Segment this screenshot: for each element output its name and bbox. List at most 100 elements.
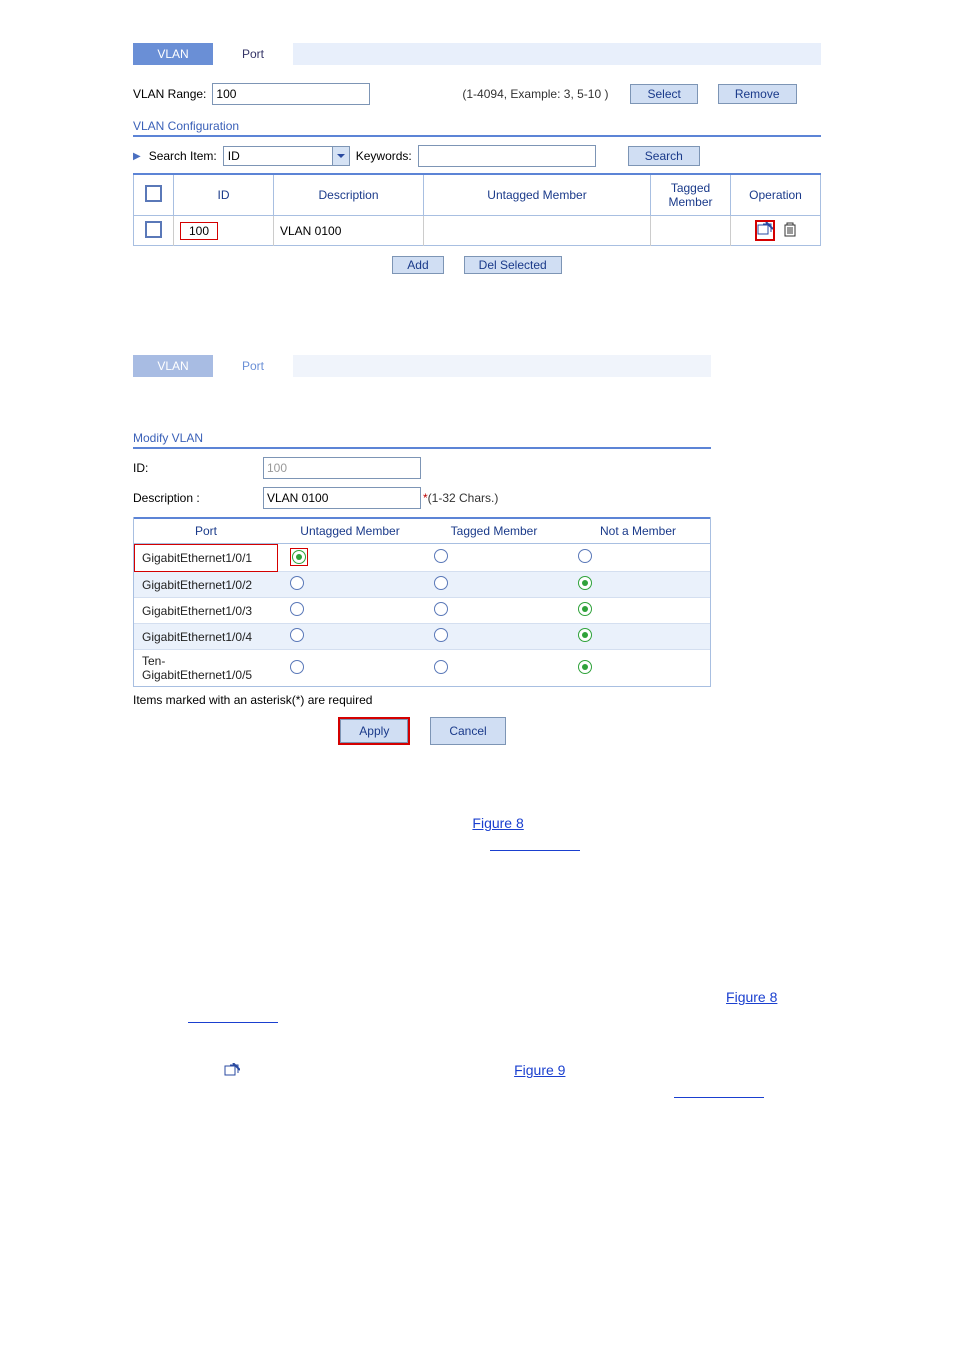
row-tagged (651, 216, 731, 246)
radio-empty-icon[interactable] (434, 576, 448, 590)
radio-empty-icon[interactable] (290, 602, 304, 616)
ports-table: Port Untagged Member Tagged Member Not a… (134, 517, 710, 686)
procedure-list: Create VLAN 100. Create VLAN 200. Assign… (150, 894, 824, 1104)
vlan-range-input[interactable] (212, 83, 370, 105)
table-row: GigabitEthernet1/0/2 (134, 572, 710, 598)
del-selected-button[interactable]: Del Selected (464, 256, 562, 274)
radio-empty-icon[interactable] (290, 660, 304, 674)
row-description: VLAN 0100 (274, 216, 424, 246)
col-checkbox (134, 174, 174, 216)
id-row: ID: (133, 457, 711, 479)
search-item-select[interactable]: ID (223, 146, 350, 166)
col-port: Port (134, 518, 278, 544)
radio-selected-icon[interactable] (292, 550, 306, 564)
radio-cell-um (278, 624, 422, 650)
col-description[interactable]: Description (274, 174, 424, 216)
row-untagged (424, 216, 651, 246)
row-checkbox[interactable] (145, 221, 162, 238)
description-hint: (1-32 Chars.) (428, 491, 499, 505)
id-input (263, 457, 421, 479)
description-input[interactable] (263, 487, 421, 509)
id-label: ID: (133, 461, 263, 475)
radio-empty-icon[interactable] (578, 549, 592, 563)
vlan-table: ID Description Untagged Member Tagged Me… (133, 173, 821, 246)
radio-empty-icon[interactable] (290, 576, 304, 590)
vlan-config-title: VLAN Configuration (133, 119, 821, 133)
add-button[interactable]: Add (392, 256, 443, 274)
radio-cell-nm (566, 544, 710, 572)
row-id-highlight: 100 (180, 222, 218, 240)
col-not-a-member: Not a Member (566, 518, 710, 544)
radio-cell-tm (422, 650, 566, 687)
col-id[interactable]: ID (174, 174, 274, 216)
figure-8-link[interactable]: Figure 8 (472, 815, 523, 831)
radio-cell-tm (422, 598, 566, 624)
vlan-range-row: VLAN Range: (1-4094, Example: 3, 5-10 ) … (133, 83, 821, 105)
search-item-label: Search Item: (149, 149, 217, 163)
radio-highlight (290, 548, 308, 566)
radio-selected-icon[interactable] (578, 576, 592, 590)
ports-header-row: Port Untagged Member Tagged Member Not a… (134, 518, 710, 544)
list-item: Create VLAN 100. (168, 894, 824, 915)
tab-port[interactable]: Port (213, 355, 293, 377)
radio-cell-tm (422, 544, 566, 572)
vlan-range-label: VLAN Range: (133, 87, 206, 101)
col-operation: Operation (731, 174, 821, 216)
radio-cell-um (278, 572, 422, 598)
radio-cell-tm (422, 624, 566, 650)
figure-8-screenshot: VLAN Port Modify VLAN ID: Description : … (130, 352, 714, 748)
apply-highlight: Apply (338, 717, 410, 745)
col-tagged-member[interactable]: Tagged Member (651, 174, 731, 216)
figure-8-link-2[interactable]: Figure 8 (726, 989, 777, 1005)
list-item: Assign GigabitEthernet 1/0/2 to VLAN 200… (168, 1039, 824, 1104)
table-row: GigabitEthernet1/0/4 (134, 624, 710, 650)
trash-icon[interactable] (783, 222, 797, 240)
apply-button[interactable]: Apply (340, 719, 408, 743)
radio-cell-nm (566, 572, 710, 598)
keywords-input[interactable] (418, 145, 596, 167)
radio-cell-tm (422, 572, 566, 598)
select-button[interactable]: Select (630, 84, 697, 104)
list-item: Create VLAN 200. (168, 925, 824, 946)
select-all-checkbox[interactable] (145, 185, 162, 202)
table-row: Ten-GigabitEthernet1/0/5 (134, 650, 710, 687)
port-name-cell: Ten-GigabitEthernet1/0/5 (134, 650, 278, 687)
table-header-row: ID Description Untagged Member Tagged Me… (134, 174, 821, 216)
port-name-cell: GigabitEthernet1/0/2 (134, 572, 278, 598)
vlan-range-hint: (1-4094, Example: 3, 5-10 ) (462, 87, 608, 101)
col-tagged-member: Tagged Member (422, 518, 566, 544)
radio-cell-um (278, 598, 422, 624)
radio-selected-icon[interactable] (578, 660, 592, 674)
tab-vlan[interactable]: VLAN (133, 43, 213, 65)
table-row: GigabitEthernet1/0/3 (134, 598, 710, 624)
required-note: Items marked with an asterisk(*) are req… (133, 693, 711, 707)
edit-icon (224, 1062, 240, 1083)
figure-9-link[interactable]: Figure 9 (514, 1062, 565, 1078)
edit-icon[interactable] (757, 225, 773, 239)
figure-7-screenshot: VLAN Port VLAN Range: (1-4094, Example: … (130, 40, 824, 277)
radio-selected-icon[interactable] (578, 602, 592, 616)
step-8: Click Apply to complete the configuratio… (130, 813, 824, 855)
table-row: 100 VLAN 0100 (134, 216, 821, 246)
figure-8-caption: Figure 8 Assigning GigabitEthernet 1/0/1… (0, 758, 954, 773)
radio-empty-icon[interactable] (290, 628, 304, 642)
table-row: GigabitEthernet1/0/1 (134, 544, 710, 572)
search-button[interactable]: Search (628, 146, 700, 166)
config-switch-b-heading: Configure Switch B in the same way Switc… (130, 863, 824, 884)
tab-port[interactable]: Port (213, 43, 293, 65)
radio-selected-icon[interactable] (578, 628, 592, 642)
edit-icon-highlight (755, 220, 775, 241)
description-row: Description : *(1-32 Chars.) (133, 487, 711, 509)
tab-vlan[interactable]: VLAN (133, 355, 213, 377)
cancel-button[interactable]: Cancel (430, 717, 505, 745)
radio-empty-icon[interactable] (434, 549, 448, 563)
expand-icon[interactable]: ▶ (133, 151, 141, 162)
list-item: Assign access port GigabitEthernet 1/0/2… (168, 956, 824, 977)
radio-empty-icon[interactable] (434, 628, 448, 642)
radio-cell-nm (566, 598, 710, 624)
radio-empty-icon[interactable] (434, 660, 448, 674)
remove-button[interactable]: Remove (718, 84, 797, 104)
col-untagged-member[interactable]: Untagged Member (424, 174, 651, 216)
radio-empty-icon[interactable] (434, 602, 448, 616)
radio-cell-um (278, 544, 422, 572)
